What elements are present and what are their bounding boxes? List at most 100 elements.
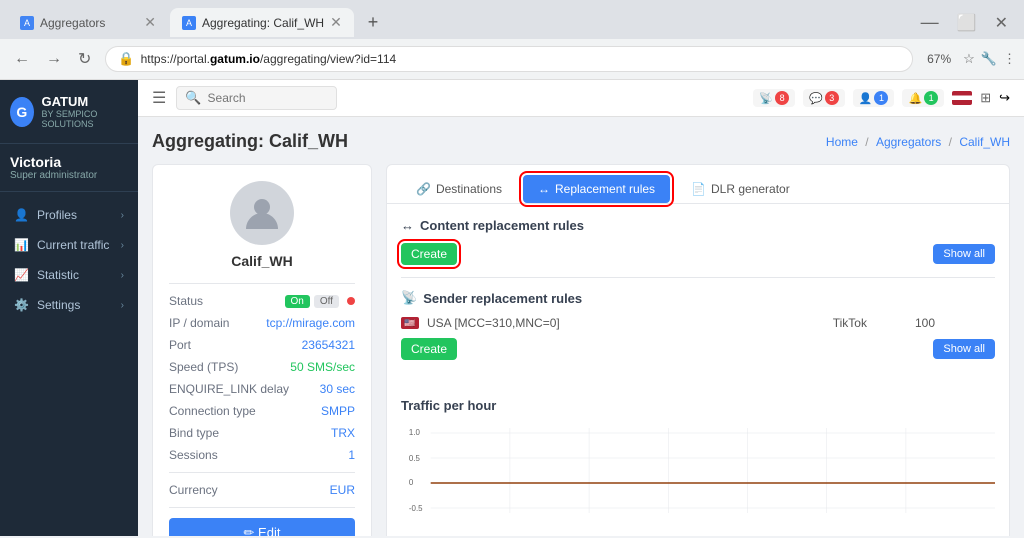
- refresh-button[interactable]: ↻: [72, 45, 97, 73]
- minimize-button[interactable]: —: [913, 12, 947, 33]
- flag-icon: [952, 91, 972, 105]
- content-create-row: Create Show all: [401, 243, 995, 265]
- edit-button[interactable]: ✏ Edit: [169, 518, 355, 536]
- bind-type-label: Bind type: [169, 426, 219, 440]
- search-box[interactable]: 🔍: [176, 86, 336, 110]
- status-toggle: On Off: [285, 295, 356, 308]
- sidebar: G GATUM BY SEMPICO SOLUTIONS Victoria Su…: [0, 80, 138, 536]
- extensions-icon[interactable]: 🔧: [981, 51, 997, 67]
- tab-label-aggregating: Aggregating: Calif_WH: [202, 16, 324, 30]
- right-panel: 🔗 Destinations ↔ Replacement rules 📄 DLR…: [386, 164, 1010, 536]
- svg-text:1.0: 1.0: [409, 428, 421, 437]
- tab-aggregating[interactable]: A Aggregating: Calif_WH ✕: [170, 8, 354, 37]
- aggregator-name: Calif_WH: [169, 253, 355, 269]
- sender-create-button[interactable]: Create: [401, 338, 457, 360]
- sidebar-user: Victoria Super administrator: [0, 144, 138, 192]
- security-icon: 🔒: [118, 51, 134, 67]
- topbar: ☰ 🔍 📡 8 💬 3 👤 1: [138, 80, 1024, 117]
- address-url: https://portal.gatum.io/aggregating/view…: [141, 52, 397, 66]
- ip-value: tcp://mirage.com: [266, 316, 355, 330]
- badge-bell: 🔔 1: [902, 89, 944, 107]
- tab-close-aggregators[interactable]: ✕: [144, 14, 156, 31]
- svg-text:0.5: 0.5: [409, 454, 421, 463]
- sender-mcc-mnc: USA [MCC=310,MNC=0]: [427, 316, 825, 330]
- breadcrumb-home[interactable]: Home: [826, 135, 858, 149]
- breadcrumb-aggregators[interactable]: Aggregators: [876, 135, 941, 149]
- back-button[interactable]: ←: [8, 45, 36, 73]
- speed-row: Speed (TPS) 50 SMS/sec: [169, 360, 355, 374]
- tab-aggregators[interactable]: A Aggregators ✕: [8, 8, 168, 37]
- statistic-icon: 📈: [14, 268, 29, 282]
- sidebar-item-settings[interactable]: ⚙️ Settings ›: [0, 290, 138, 320]
- sidebar-item-label-statistic: Statistic: [37, 268, 79, 282]
- signal-icon: 📡: [759, 92, 773, 105]
- chart-container: 1.0 0.5 0 -0.5: [401, 423, 995, 523]
- sender-replacement-icon: 📡: [401, 290, 417, 306]
- enquire-row: ENQUIRE_LINK delay 30 sec: [169, 382, 355, 396]
- content-replacement-title: ↔ Content replacement rules: [401, 218, 995, 233]
- chart-section: Traffic per hour 1.0 0.5 0 -0.5: [387, 384, 1009, 536]
- breadcrumb-current[interactable]: Calif_WH: [959, 135, 1010, 149]
- sidebar-item-statistic[interactable]: 📈 Statistic ›: [0, 260, 138, 290]
- tab-replacement-rules[interactable]: ↔ Replacement rules: [523, 175, 670, 203]
- tab-label-aggregators: Aggregators: [40, 16, 105, 30]
- replacement-icon: ↔: [538, 182, 550, 196]
- brand-sub: BY SEMPICO SOLUTIONS: [42, 109, 128, 129]
- currency-value: EUR: [330, 483, 355, 497]
- status-label: Status: [169, 294, 203, 308]
- bind-type-row: Bind type TRX: [169, 426, 355, 440]
- ip-row: IP / domain tcp://mirage.com: [169, 316, 355, 330]
- enquire-value: 30 sec: [320, 382, 355, 396]
- profiles-icon: 👤: [14, 208, 29, 222]
- sessions-row: Sessions 1: [169, 448, 355, 462]
- sidebar-logo: G GATUM BY SEMPICO SOLUTIONS: [0, 80, 138, 144]
- connection-row: Connection type SMPP: [169, 404, 355, 418]
- nav-buttons: ← → ↻: [8, 45, 97, 73]
- logout-icon[interactable]: ↪: [999, 90, 1010, 106]
- app: G GATUM BY SEMPICO SOLUTIONS Victoria Su…: [0, 80, 1024, 536]
- speed-value: 50 SMS/sec: [290, 360, 355, 374]
- divider2: [169, 472, 355, 473]
- new-tab-button[interactable]: +: [356, 6, 391, 39]
- chevron-icon: ›: [121, 240, 124, 251]
- chart-title: Traffic per hour: [401, 398, 995, 413]
- browser-toolbar: ← → ↻ 🔒 https://portal.gatum.io/aggregat…: [0, 39, 1024, 79]
- tab-destinations-label: Destinations: [436, 182, 502, 196]
- browser-tabs: A Aggregators ✕ A Aggregating: Calif_WH …: [0, 0, 1024, 39]
- grid-icon[interactable]: ⊞: [980, 90, 991, 106]
- svg-text:0: 0: [409, 478, 414, 487]
- content-create-button[interactable]: Create: [401, 243, 457, 265]
- sidebar-item-profiles[interactable]: 👤 Profiles ›: [0, 200, 138, 230]
- close-button[interactable]: ✕: [987, 13, 1016, 33]
- avatar: [230, 181, 294, 245]
- sidebar-item-label-settings: Settings: [37, 298, 80, 312]
- settings-icon: ⚙️: [14, 298, 29, 312]
- currency-label: Currency: [169, 483, 218, 497]
- chat-icon: 💬: [809, 92, 823, 105]
- forward-button[interactable]: →: [40, 45, 68, 73]
- tab-close-aggregating[interactable]: ✕: [330, 14, 342, 31]
- status-off-button[interactable]: Off: [314, 295, 339, 308]
- connection-label: Connection type: [169, 404, 256, 418]
- content-show-all-button[interactable]: Show all: [933, 244, 995, 264]
- search-input[interactable]: [208, 91, 328, 105]
- status-on-button[interactable]: On: [285, 295, 310, 308]
- sidebar-item-label-profiles: Profiles: [37, 208, 77, 222]
- divider3: [169, 507, 355, 508]
- flag-us-icon: 🇺🇸: [401, 317, 419, 329]
- bookmark-icon[interactable]: ☆: [963, 51, 975, 67]
- badge-signal: 📡 8: [753, 89, 795, 107]
- page-title: Aggregating: Calif_WH: [152, 131, 348, 152]
- menu-icon[interactable]: ⋮: [1003, 51, 1016, 67]
- port-label: Port: [169, 338, 191, 352]
- maximize-button[interactable]: ⬜: [949, 13, 985, 33]
- bell-count: 1: [924, 91, 938, 105]
- tab-destinations[interactable]: 🔗 Destinations: [401, 175, 517, 203]
- sidebar-item-current-traffic[interactable]: 📊 Current traffic ›: [0, 230, 138, 260]
- tab-dlr-generator[interactable]: 📄 DLR generator: [676, 175, 805, 203]
- sender-show-all-button[interactable]: Show all: [933, 339, 995, 359]
- hamburger-icon[interactable]: ☰: [152, 88, 166, 108]
- sessions-label: Sessions: [169, 448, 218, 462]
- address-bar[interactable]: 🔒 https://portal.gatum.io/aggregating/vi…: [105, 46, 913, 72]
- currency-row: Currency EUR: [169, 483, 355, 497]
